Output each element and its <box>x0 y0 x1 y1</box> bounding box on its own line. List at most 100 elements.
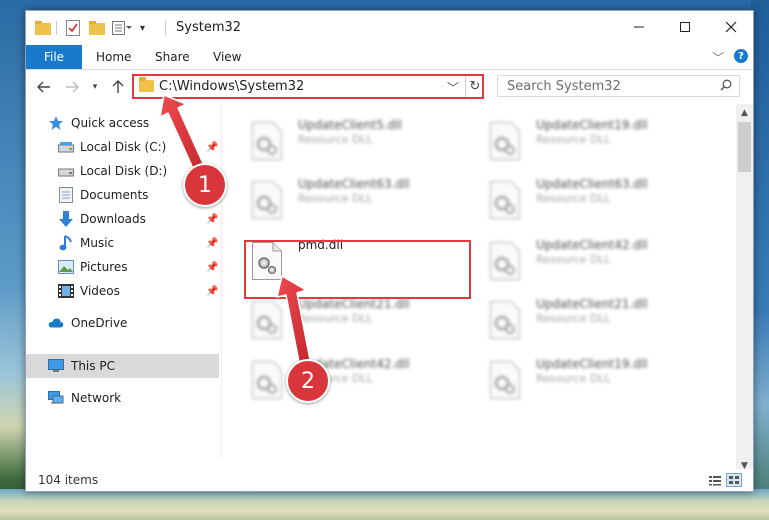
address-bar[interactable]: C:\Windows\System32 ﹀ ↻ <box>132 74 484 99</box>
sidebar-item-pictures[interactable]: Pictures 📌 <box>26 255 219 279</box>
sidebar-label: Documents <box>80 188 149 202</box>
tab-share[interactable]: Share <box>155 45 190 69</box>
pin-icon[interactable]: 📌 <box>206 262 218 273</box>
pin-icon[interactable]: 📌 <box>206 286 218 297</box>
sidebar-label: Network <box>71 391 122 405</box>
details-view-button[interactable] <box>707 473 723 487</box>
drive-icon <box>58 139 74 155</box>
status-bar: 104 items <box>26 469 753 491</box>
search-icon[interactable] <box>720 79 732 94</box>
file-type: Resource DLL <box>536 372 611 385</box>
file-type: Resource DLL <box>536 312 611 325</box>
dll-file-icon <box>252 361 282 399</box>
tab-view[interactable]: View <box>213 45 241 69</box>
file-item[interactable]: UpdateClient42.dll Resource DLL <box>248 355 468 407</box>
recent-locations-chevron-icon[interactable]: ▾ <box>88 77 102 97</box>
details-view-icon <box>709 476 721 486</box>
forward-button[interactable] <box>62 77 82 97</box>
sidebar-label: Quick access <box>71 116 150 130</box>
documents-icon <box>58 187 74 203</box>
pin-icon[interactable]: 📌 <box>206 142 218 153</box>
network-icon <box>48 390 64 406</box>
file-item[interactable]: UpdateClient42.dll Resource DLL <box>486 236 706 288</box>
search-input[interactable]: Search System32 <box>507 79 621 94</box>
music-note-icon <box>58 235 74 251</box>
file-item[interactable]: UpdateClient19.dll Resource DLL <box>486 116 706 168</box>
properties-icon[interactable] <box>66 19 80 37</box>
view-options-icon[interactable] <box>112 19 132 37</box>
title-separator <box>165 21 166 35</box>
film-icon <box>58 283 74 299</box>
file-name: UpdateClient21.dll <box>536 297 648 311</box>
new-folder-icon[interactable] <box>89 19 105 37</box>
file-item[interactable]: UpdateClient19.dll Resource DLL <box>486 355 706 407</box>
file-name: UpdateClient63.dll <box>536 177 648 191</box>
file-item[interactable]: UpdateClient5.dll Resource DLL <box>248 116 468 168</box>
dll-file-icon <box>490 361 520 399</box>
dll-file-icon <box>490 122 520 160</box>
refresh-icon[interactable]: ↻ <box>465 76 484 97</box>
scroll-up-arrow-icon[interactable]: ▲ <box>736 104 753 121</box>
expand-ribbon-chevron-icon[interactable]: ﹀ <box>712 49 724 66</box>
address-path[interactable]: C:\Windows\System32 <box>159 79 304 94</box>
file-item[interactable]: UpdateClient63.dll Resource DLL <box>486 175 706 227</box>
file-item[interactable]: UpdateClient21.dll Resource DLL <box>486 295 706 347</box>
file-type: Resource DLL <box>298 133 373 146</box>
title-bar: ▾ System32 <box>26 11 753 45</box>
file-type: Resource DLL <box>298 192 373 205</box>
file-type: Resource DLL <box>536 253 611 266</box>
sidebar-item-music[interactable]: Music 📌 <box>26 231 219 255</box>
customize-toolbar-chevron-icon[interactable]: ▾ <box>140 19 145 37</box>
sidebar-item-local-disk-c[interactable]: Local Disk (C:) 📌 <box>26 135 219 159</box>
file-type: Resource DLL <box>536 192 611 205</box>
tab-file[interactable]: File <box>26 45 82 69</box>
sidebar-item-network[interactable]: Network <box>26 386 219 410</box>
sidebar-item-downloads[interactable]: Downloads 📌 <box>26 207 219 231</box>
desktop-background-bottom <box>0 489 769 520</box>
dll-file-icon <box>252 122 282 160</box>
sidebar-item-this-pc[interactable]: This PC <box>26 354 219 378</box>
help-icon[interactable]: ? <box>734 49 748 63</box>
sidebar-item-onedrive[interactable]: OneDrive <box>26 311 219 335</box>
pin-icon[interactable]: 📌 <box>206 238 218 249</box>
minimize-button[interactable] <box>616 11 662 43</box>
download-arrow-icon <box>58 211 74 227</box>
vertical-scrollbar[interactable]: ▲ ▼ <box>736 104 753 474</box>
file-item[interactable]: UpdateClient63.dll Resource DLL <box>248 175 468 227</box>
sidebar-label: Music <box>80 236 115 250</box>
window-title: System32 <box>176 20 242 35</box>
highlight-box-pmd-dll <box>244 240 471 299</box>
up-button[interactable] <box>108 77 128 97</box>
navigation-pane: Quick access Local Disk (C:) 📌 Local Dis… <box>26 104 219 459</box>
folder-icon <box>35 19 51 37</box>
tiles-view-icon <box>729 476 739 484</box>
address-folder-icon <box>139 77 154 92</box>
file-name: UpdateClient42.dll <box>536 238 648 252</box>
scrollbar-thumb[interactable] <box>738 122 751 172</box>
sidebar-item-quick-access[interactable]: Quick access <box>26 111 219 135</box>
pin-icon[interactable]: 📌 <box>206 214 218 225</box>
file-list: UpdateClient5.dll Resource DLL UpdateCli… <box>222 104 735 459</box>
pictures-icon <box>58 259 74 275</box>
search-box[interactable]: Search System32 <box>497 75 740 97</box>
step-badge-1: 1 <box>183 163 227 207</box>
tab-home[interactable]: Home <box>96 45 131 69</box>
computer-icon <box>48 358 64 374</box>
sidebar-label: Local Disk (D:) <box>80 164 168 178</box>
maximize-button[interactable] <box>662 11 708 43</box>
sidebar-label: Downloads <box>80 212 146 226</box>
file-item[interactable]: UpdateClient21.dll Resource DLL <box>248 295 468 347</box>
item-count: 104 items <box>38 473 99 487</box>
back-button[interactable] <box>34 77 54 97</box>
close-button[interactable] <box>708 11 754 43</box>
sidebar-label: Local Disk (C:) <box>80 140 167 154</box>
tiles-view-button[interactable] <box>726 473 742 487</box>
sidebar-item-videos[interactable]: Videos 📌 <box>26 279 219 303</box>
file-type: Resource DLL <box>536 133 611 146</box>
qa-separator <box>56 21 57 35</box>
sidebar-label: Pictures <box>80 260 128 274</box>
sidebar-label: OneDrive <box>71 316 128 330</box>
address-history-chevron-icon[interactable]: ﹀ <box>447 79 459 96</box>
file-name: UpdateClient21.dll <box>298 297 410 311</box>
dll-file-icon <box>252 181 282 219</box>
